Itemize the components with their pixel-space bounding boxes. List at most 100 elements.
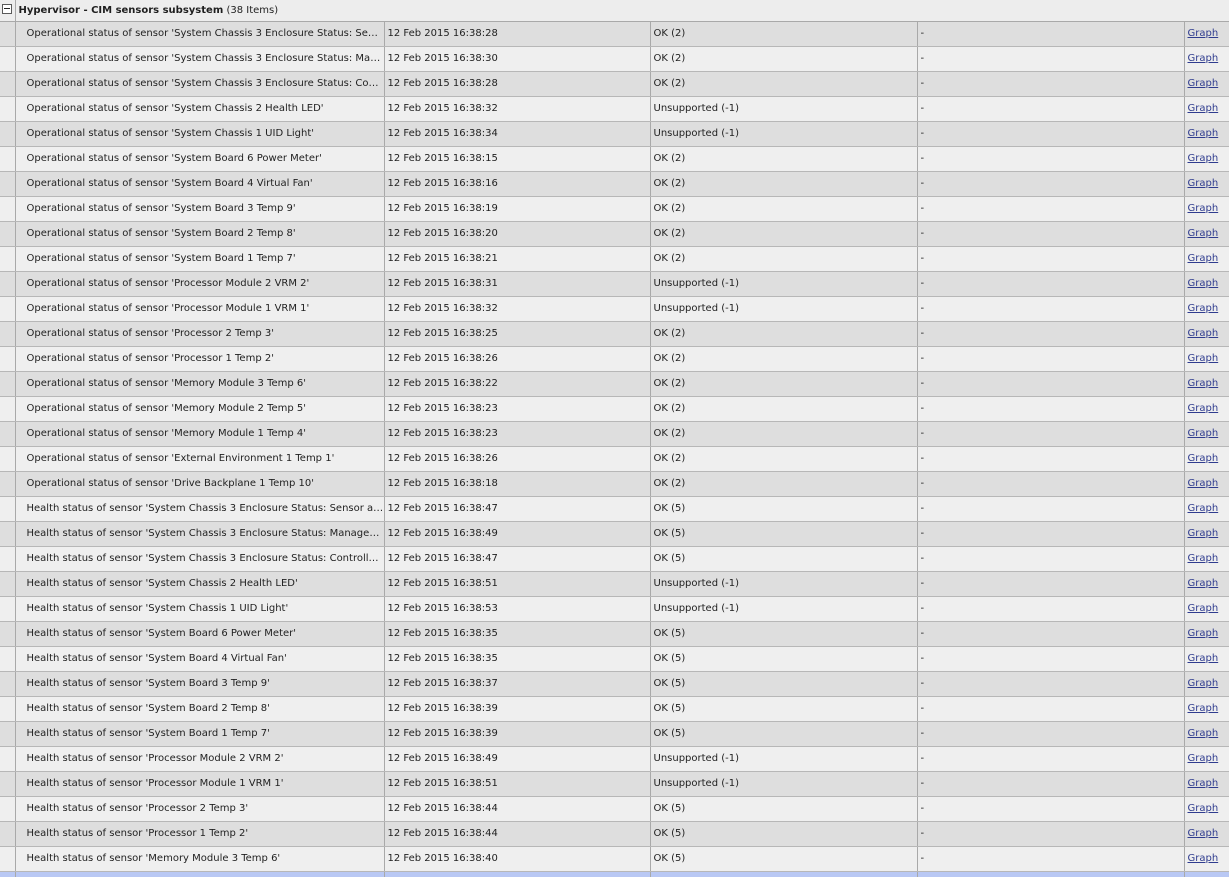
item-name-cell: Health status of sensor 'Processor 2 Tem… bbox=[15, 796, 385, 822]
graph-link[interactable]: Graph bbox=[1188, 53, 1219, 64]
table-row: Operational status of sensor 'Processor … bbox=[0, 346, 1229, 372]
graph-link[interactable]: Graph bbox=[1188, 78, 1219, 89]
graph-link[interactable]: Graph bbox=[1188, 653, 1219, 664]
last-value-cell: OK (2) bbox=[650, 471, 918, 497]
graph-link[interactable]: Graph bbox=[1188, 528, 1219, 539]
graph-link[interactable]: Graph bbox=[1188, 453, 1219, 464]
item-name-cell: Operational status of sensor 'System Cha… bbox=[15, 21, 385, 47]
graph-link[interactable]: Graph bbox=[1188, 228, 1219, 239]
last-value-cell: Unsupported (-1) bbox=[650, 746, 918, 772]
graph-link[interactable]: Graph bbox=[1188, 578, 1219, 589]
item-name-cell: Health status of sensor 'System Board 6 … bbox=[15, 621, 385, 647]
graph-link[interactable]: Graph bbox=[1188, 828, 1219, 839]
last-value-cell: OK (2) bbox=[650, 196, 918, 222]
change-cell: - bbox=[917, 496, 1185, 522]
graph-link-cell: Graph bbox=[1184, 621, 1229, 647]
change-cell: - bbox=[917, 621, 1185, 647]
last-check-cell: 12 Feb 2015 16:38:31 bbox=[384, 271, 651, 297]
item-name-cell: Operational status of sensor 'External E… bbox=[15, 446, 385, 472]
last-value-cell: Unsupported (-1) bbox=[650, 596, 918, 622]
row-spacer-cell bbox=[0, 521, 16, 547]
change-cell: - bbox=[917, 346, 1185, 372]
graph-link[interactable]: Graph bbox=[1188, 553, 1219, 564]
graph-link[interactable]: Graph bbox=[1188, 678, 1219, 689]
last-check-cell: 12 Feb 2015 16:38:21 bbox=[384, 246, 651, 272]
graph-link[interactable]: Graph bbox=[1188, 803, 1219, 814]
graph-link[interactable]: Graph bbox=[1188, 728, 1219, 739]
graph-link[interactable]: Graph bbox=[1188, 378, 1219, 389]
table-row: Health status of sensor 'Processor 2 Tem… bbox=[0, 796, 1229, 822]
item-name-cell: Health status of sensor 'System Chassis … bbox=[15, 571, 385, 597]
partial-row-cell bbox=[0, 871, 16, 877]
graph-link-cell: Graph bbox=[1184, 46, 1229, 72]
item-name-cell: Health status of sensor 'System Chassis … bbox=[15, 596, 385, 622]
change-cell: - bbox=[917, 721, 1185, 747]
graph-link[interactable]: Graph bbox=[1188, 778, 1219, 789]
group-toggle-cell[interactable] bbox=[0, 0, 16, 22]
change-cell: - bbox=[917, 821, 1185, 847]
last-value-cell: OK (2) bbox=[650, 171, 918, 197]
graph-link[interactable]: Graph bbox=[1188, 103, 1219, 114]
last-value-cell: OK (2) bbox=[650, 46, 918, 72]
graph-link[interactable]: Graph bbox=[1188, 353, 1219, 364]
graph-link-cell: Graph bbox=[1184, 321, 1229, 347]
graph-link[interactable]: Graph bbox=[1188, 753, 1219, 764]
item-name-cell: Operational status of sensor 'System Cha… bbox=[15, 46, 385, 72]
graph-link-cell: Graph bbox=[1184, 171, 1229, 197]
last-value-cell: Unsupported (-1) bbox=[650, 96, 918, 122]
change-cell: - bbox=[917, 546, 1185, 572]
last-check-cell: 12 Feb 2015 16:38:49 bbox=[384, 746, 651, 772]
item-name-cell: Operational status of sensor 'System Boa… bbox=[15, 196, 385, 222]
table-row: Operational status of sensor 'External E… bbox=[0, 446, 1229, 472]
graph-link[interactable]: Graph bbox=[1188, 328, 1219, 339]
partial-row-cell bbox=[650, 871, 918, 877]
collapse-minus-icon[interactable] bbox=[2, 4, 12, 14]
change-cell: - bbox=[917, 121, 1185, 147]
graph-link[interactable]: Graph bbox=[1188, 203, 1219, 214]
table-row: Operational status of sensor 'Processor … bbox=[0, 271, 1229, 297]
last-check-cell: 12 Feb 2015 16:38:35 bbox=[384, 646, 651, 672]
graph-link[interactable]: Graph bbox=[1188, 153, 1219, 164]
row-spacer-cell bbox=[0, 21, 16, 47]
graph-link[interactable]: Graph bbox=[1188, 28, 1219, 39]
last-value-cell: OK (5) bbox=[650, 671, 918, 697]
last-check-cell: 12 Feb 2015 16:38:26 bbox=[384, 346, 651, 372]
item-name-cell: Health status of sensor 'System Chassis … bbox=[15, 496, 385, 522]
last-check-cell: 12 Feb 2015 16:38:51 bbox=[384, 571, 651, 597]
graph-link[interactable]: Graph bbox=[1188, 303, 1219, 314]
row-spacer-cell bbox=[0, 246, 16, 272]
graph-link-cell: Graph bbox=[1184, 471, 1229, 497]
graph-link[interactable]: Graph bbox=[1188, 503, 1219, 514]
change-cell: - bbox=[917, 846, 1185, 872]
last-value-cell: OK (2) bbox=[650, 146, 918, 172]
graph-link-cell: Graph bbox=[1184, 771, 1229, 797]
graph-link[interactable]: Graph bbox=[1188, 178, 1219, 189]
change-cell: - bbox=[917, 246, 1185, 272]
graph-link[interactable]: Graph bbox=[1188, 853, 1219, 864]
graph-link[interactable]: Graph bbox=[1188, 128, 1219, 139]
row-spacer-cell bbox=[0, 821, 16, 847]
graph-link-cell: Graph bbox=[1184, 421, 1229, 447]
graph-link[interactable]: Graph bbox=[1188, 428, 1219, 439]
table-row: Operational status of sensor 'System Boa… bbox=[0, 196, 1229, 222]
last-value-cell: OK (5) bbox=[650, 646, 918, 672]
item-name-cell: Operational status of sensor 'Processor … bbox=[15, 346, 385, 372]
item-name-cell: Health status of sensor 'System Chassis … bbox=[15, 521, 385, 547]
graph-link[interactable]: Graph bbox=[1188, 278, 1219, 289]
change-cell: - bbox=[917, 271, 1185, 297]
item-name-cell: Health status of sensor 'Memory Module 3… bbox=[15, 846, 385, 872]
graph-link[interactable]: Graph bbox=[1188, 703, 1219, 714]
table-row: Operational status of sensor 'Memory Mod… bbox=[0, 371, 1229, 397]
last-check-cell: 12 Feb 2015 16:38:44 bbox=[384, 796, 651, 822]
last-check-cell: 12 Feb 2015 16:38:26 bbox=[384, 446, 651, 472]
table-row: Health status of sensor 'Processor 1 Tem… bbox=[0, 821, 1229, 847]
graph-link-cell: Graph bbox=[1184, 71, 1229, 97]
graph-link[interactable]: Graph bbox=[1188, 403, 1219, 414]
row-spacer-cell bbox=[0, 171, 16, 197]
graph-link[interactable]: Graph bbox=[1188, 628, 1219, 639]
graph-link[interactable]: Graph bbox=[1188, 478, 1219, 489]
graph-link[interactable]: Graph bbox=[1188, 603, 1219, 614]
graph-link-cell: Graph bbox=[1184, 271, 1229, 297]
table-row: Health status of sensor 'Processor Modul… bbox=[0, 771, 1229, 797]
graph-link[interactable]: Graph bbox=[1188, 253, 1219, 264]
